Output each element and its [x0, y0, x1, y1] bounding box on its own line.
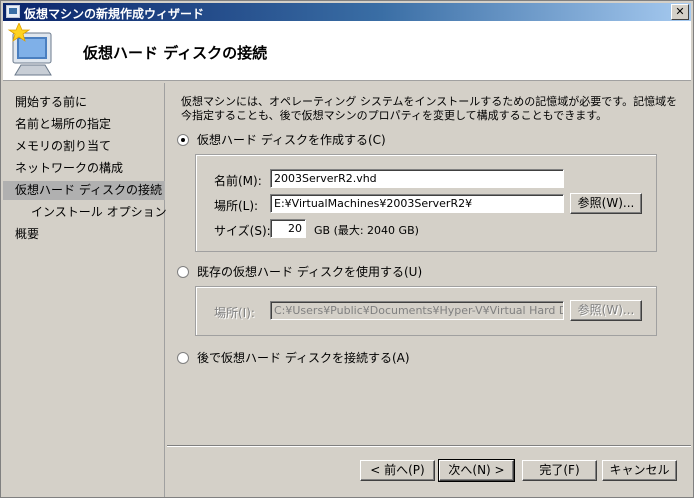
wizard-content: 仮想マシンには、オペレーティング システムをインストールするための記憶域が必要で…	[167, 83, 691, 497]
step-installation-options[interactable]: インストール オプション	[3, 203, 167, 222]
wizard-computer-icon	[7, 23, 52, 76]
attach-later-radio[interactable]	[177, 352, 189, 364]
previous-button[interactable]: < 前へ(P)	[360, 460, 435, 481]
step-before-you-begin[interactable]: 開始する前に	[3, 93, 165, 112]
existing-disk-group: 場所(I): C:¥Users¥Public¥Documents¥Hyper-V…	[195, 286, 657, 336]
size-input[interactable]: 20	[270, 219, 306, 238]
next-button[interactable]: 次へ(N) >	[438, 459, 515, 482]
finish-button[interactable]: 完了(F)	[522, 460, 597, 481]
name-label: 名前(M):	[214, 174, 262, 188]
step-assign-memory[interactable]: メモリの割り当て	[3, 137, 165, 156]
size-unit-label: GB (最大: 2040 GB)	[314, 224, 419, 237]
use-existing-disk-radio[interactable]	[177, 266, 189, 278]
title-bar: 仮想マシンの新規作成ウィザード ✕	[3, 3, 691, 21]
wizard-step-list: 開始する前に 名前と場所の指定 メモリの割り当て ネットワークの構成 仮想ハード…	[3, 83, 167, 497]
wizard-window: 仮想マシンの新規作成ウィザード ✕ 仮想ハード ディスクの接続 開始する前に 名…	[0, 0, 694, 498]
browse-existing-button[interactable]: 参照(W)...	[570, 300, 642, 321]
size-label: サイズ(S):	[214, 224, 271, 238]
existing-location-label: 場所(I):	[214, 306, 255, 320]
step-connect-virtual-hard-disk[interactable]: 仮想ハード ディスクの接続	[3, 181, 165, 200]
footer-divider	[167, 445, 691, 447]
hyper-v-app-icon	[6, 5, 20, 18]
window-title: 仮想マシンの新規作成ウィザード	[24, 7, 205, 21]
step-summary[interactable]: 概要	[3, 225, 165, 244]
close-button[interactable]: ✕	[671, 4, 689, 20]
create-disk-option[interactable]: 仮想ハード ディスクを作成する(C)	[177, 132, 386, 148]
attach-later-label: 後で仮想ハード ディスクを接続する(A)	[197, 351, 410, 365]
location-label: 場所(L):	[214, 199, 259, 213]
step-configure-networking[interactable]: ネットワークの構成	[3, 159, 165, 178]
use-existing-disk-option[interactable]: 既存の仮想ハード ディスクを使用する(U)	[177, 264, 422, 280]
create-disk-label: 仮想ハード ディスクを作成する(C)	[197, 133, 386, 147]
create-disk-radio[interactable]	[177, 134, 189, 146]
intro-text: 仮想マシンには、オペレーティング システムをインストールするための記憶域が必要で…	[181, 95, 678, 122]
wizard-header: 仮想ハード ディスクの接続	[3, 21, 691, 81]
name-input[interactable]: 2003ServerR2.vhd	[270, 169, 564, 188]
cancel-button[interactable]: キャンセル	[602, 460, 677, 481]
page-title: 仮想ハード ディスクの接続	[83, 44, 268, 62]
attach-later-option[interactable]: 後で仮想ハード ディスクを接続する(A)	[177, 350, 410, 366]
use-existing-disk-label: 既存の仮想ハード ディスクを使用する(U)	[197, 265, 423, 279]
browse-location-button[interactable]: 参照(W)...	[570, 193, 642, 214]
existing-location-input[interactable]: C:¥Users¥Public¥Documents¥Hyper-V¥Virtua…	[270, 301, 564, 320]
create-disk-group: 名前(M): 2003ServerR2.vhd 場所(L): E:¥Virtua…	[195, 154, 657, 252]
location-input[interactable]: E:¥VirtualMachines¥2003ServerR2¥	[270, 194, 564, 213]
step-name-and-location[interactable]: 名前と場所の指定	[3, 115, 165, 134]
